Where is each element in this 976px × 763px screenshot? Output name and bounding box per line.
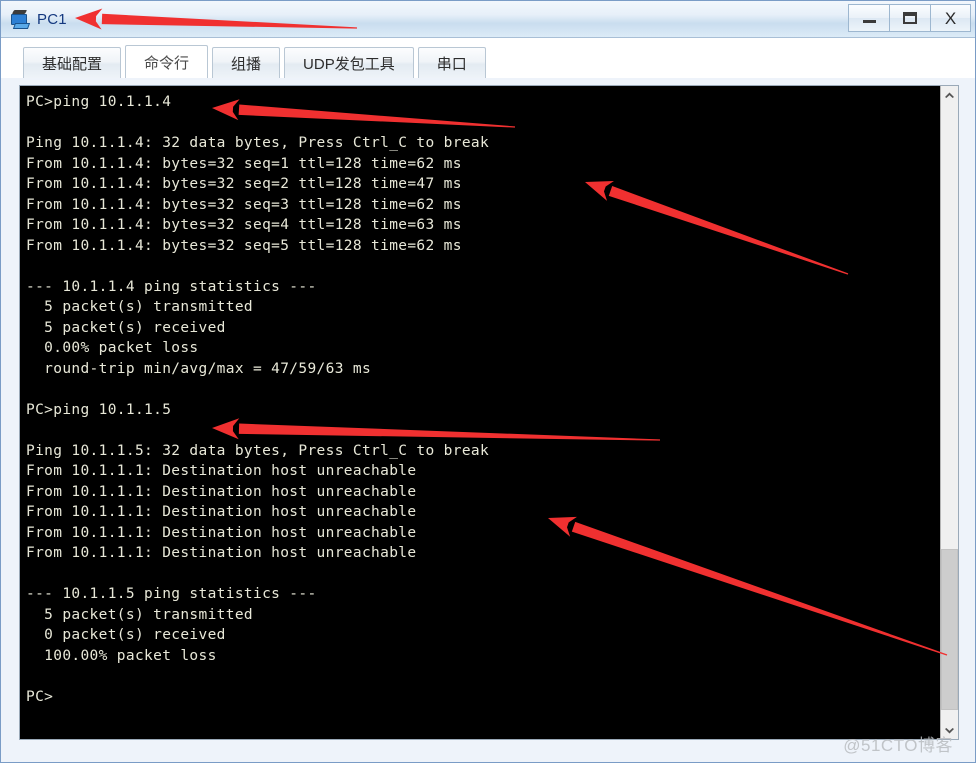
terminal-line: Ping 10.1.1.5: 32 data bytes, Press Ctrl… bbox=[26, 442, 490, 459]
terminal-line: 100.00% packet loss bbox=[26, 647, 217, 664]
terminal-output: PC>ping 10.1.1.4 Ping 10.1.1.4: 32 data … bbox=[26, 92, 940, 707]
minimize-icon bbox=[862, 20, 876, 23]
terminal-line: PC>ping 10.1.1.4 bbox=[26, 94, 172, 110]
terminal-line: PC> bbox=[26, 688, 54, 705]
tab-bar: 基础配置 命令行 组播 UDP发包工具 串口 bbox=[1, 38, 975, 78]
close-icon: X bbox=[944, 8, 957, 28]
terminal-line: 5 packet(s) transmitted bbox=[26, 606, 253, 623]
pc-device-icon bbox=[10, 10, 31, 29]
terminal-line: From 10.1.1.1: Destination host unreacha… bbox=[26, 463, 417, 479]
window-title: PC1 bbox=[37, 10, 67, 28]
tab-multicast[interactable]: 组播 bbox=[212, 47, 281, 78]
terminal-scrollbar[interactable] bbox=[940, 86, 958, 739]
tab-udp-sender[interactable]: UDP发包工具 bbox=[284, 47, 414, 78]
scrollbar-track[interactable] bbox=[941, 103, 958, 722]
terminal-line: From 10.1.1.1: Destination host unreacha… bbox=[26, 504, 417, 520]
scroll-up-button[interactable] bbox=[941, 86, 958, 103]
pc1-window: PC1 X 基础配置 命令行 组播 UDP发包工具 串口 PC>ping 10.… bbox=[0, 0, 976, 763]
site-watermark: @51CTO博客 bbox=[843, 736, 953, 755]
tab-label: UDP发包工具 bbox=[303, 55, 395, 73]
maximize-icon bbox=[903, 12, 917, 24]
maximize-button[interactable] bbox=[889, 4, 930, 32]
tab-label: 命令行 bbox=[144, 54, 190, 72]
close-button[interactable]: X bbox=[930, 4, 971, 32]
window-controls: X bbox=[848, 4, 971, 32]
terminal-line: round-trip min/avg/max = 47/59/63 ms bbox=[26, 360, 372, 377]
minimize-button[interactable] bbox=[848, 4, 889, 32]
terminal-line: From 10.1.1.1: Destination host unreacha… bbox=[26, 545, 417, 561]
terminal-panel: PC>ping 10.1.1.4 Ping 10.1.1.4: 32 data … bbox=[19, 85, 959, 740]
tab-basic-config[interactable]: 基础配置 bbox=[23, 47, 122, 78]
terminal-line: 5 packet(s) received bbox=[26, 319, 226, 336]
terminal-line: From 10.1.1.4: bytes=32 seq=1 ttl=128 ti… bbox=[26, 155, 462, 172]
window-title-group: PC1 bbox=[1, 10, 67, 29]
terminal-screen[interactable]: PC>ping 10.1.1.4 Ping 10.1.1.4: 32 data … bbox=[20, 86, 940, 739]
terminal-line: 0.00% packet loss bbox=[26, 340, 199, 356]
terminal-line: --- 10.1.1.5 ping statistics --- bbox=[26, 586, 317, 602]
terminal-line: From 10.1.1.1: Destination host unreacha… bbox=[26, 524, 417, 541]
terminal-line: --- 10.1.1.4 ping statistics --- bbox=[26, 278, 317, 295]
terminal-line: 5 packet(s) transmitted bbox=[26, 299, 253, 315]
chevron-up-icon bbox=[945, 92, 954, 98]
terminal-line: From 10.1.1.4: bytes=32 seq=2 ttl=128 ti… bbox=[26, 176, 462, 192]
tab-label: 组播 bbox=[231, 55, 262, 73]
scrollbar-thumb[interactable] bbox=[941, 548, 958, 710]
terminal-line: From 10.1.1.4: bytes=32 seq=5 ttl=128 ti… bbox=[26, 237, 462, 254]
terminal-line: Ping 10.1.1.4: 32 data bytes, Press Ctrl… bbox=[26, 135, 490, 151]
terminal-line: 0 packet(s) received bbox=[26, 627, 226, 643]
tab-label: 串口 bbox=[436, 55, 467, 73]
window-titlebar: PC1 X bbox=[1, 1, 975, 38]
tab-command-line[interactable]: 命令行 bbox=[125, 45, 209, 78]
terminal-line: From 10.1.1.4: bytes=32 seq=4 ttl=128 ti… bbox=[26, 217, 462, 233]
terminal-line: PC>ping 10.1.1.5 bbox=[26, 401, 172, 418]
screenshot-root: PC1 X 基础配置 命令行 组播 UDP发包工具 串口 PC>ping 10.… bbox=[0, 0, 976, 763]
terminal-line: From 10.1.1.4: bytes=32 seq=3 ttl=128 ti… bbox=[26, 196, 462, 213]
tab-serial-port[interactable]: 串口 bbox=[417, 47, 486, 78]
tab-label: 基础配置 bbox=[42, 55, 103, 73]
terminal-line: From 10.1.1.1: Destination host unreacha… bbox=[26, 483, 417, 500]
